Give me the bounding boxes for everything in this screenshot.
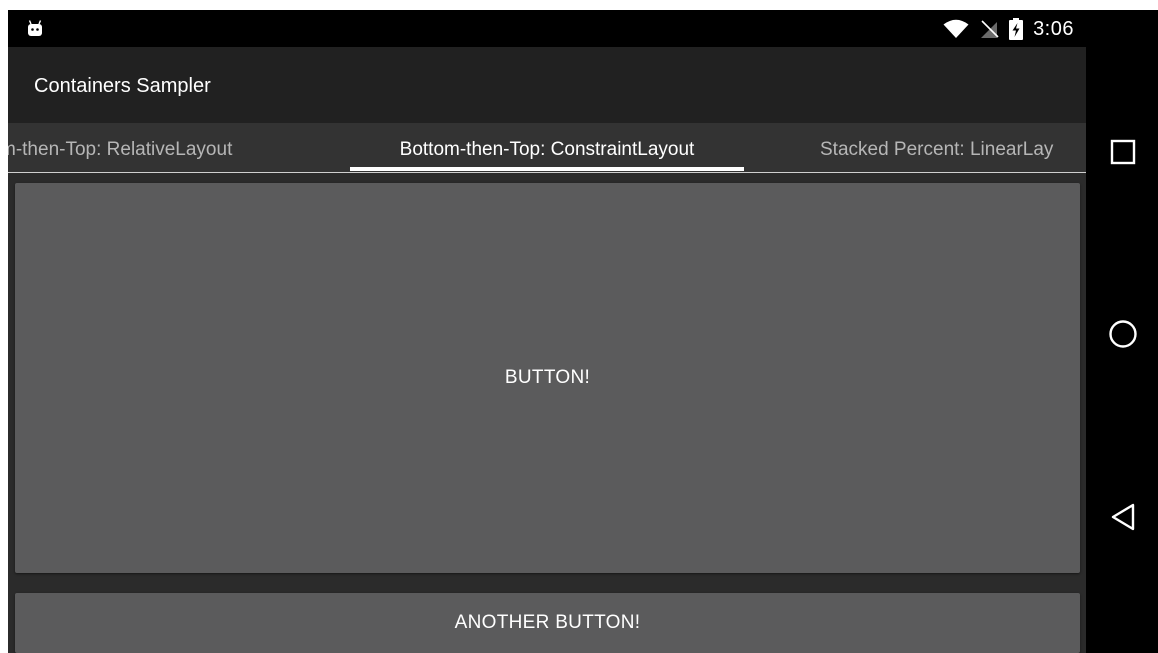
navigation-bar — [1086, 10, 1158, 653]
recents-button[interactable] — [1106, 135, 1140, 169]
home-icon — [1109, 320, 1137, 348]
screen: 3:06 Containers Sampler m-then-Top: Rela… — [0, 0, 1158, 653]
status-time: 3:06 — [1033, 17, 1074, 40]
wifi-icon — [943, 19, 969, 38]
android-icon — [28, 20, 42, 36]
app-title: Containers Sampler — [34, 75, 211, 97]
back-icon — [1111, 503, 1135, 531]
home-button[interactable] — [1106, 317, 1140, 351]
another-button[interactable]: ANOTHER BUTTON! — [15, 593, 1080, 653]
tab-strip: m-then-Top: RelativeLayout Bottom-then-T… — [8, 123, 1086, 173]
status-bar: 3:06 — [8, 10, 1086, 47]
main-button[interactable]: BUTTON! — [15, 183, 1080, 573]
content-area: BUTTON! ANOTHER BUTTON! — [8, 173, 1086, 653]
tab-relative-layout[interactable]: m-then-Top: RelativeLayout — [8, 123, 232, 173]
app-bar: Containers Sampler — [8, 47, 1086, 123]
battery-charging-icon — [1009, 18, 1024, 40]
back-button[interactable] — [1106, 500, 1140, 534]
device-frame: 3:06 Containers Sampler m-then-Top: Rela… — [8, 10, 1158, 653]
recents-icon — [1110, 139, 1136, 165]
tab-constraint-layout[interactable]: Bottom-then-Top: ConstraintLayout — [350, 123, 744, 173]
status-icons: 3:06 — [943, 16, 1074, 42]
tab-indicator — [350, 167, 744, 171]
tab-stacked-percent[interactable]: Stacked Percent: LinearLay — [820, 123, 1053, 173]
no-sim-icon — [981, 20, 999, 38]
